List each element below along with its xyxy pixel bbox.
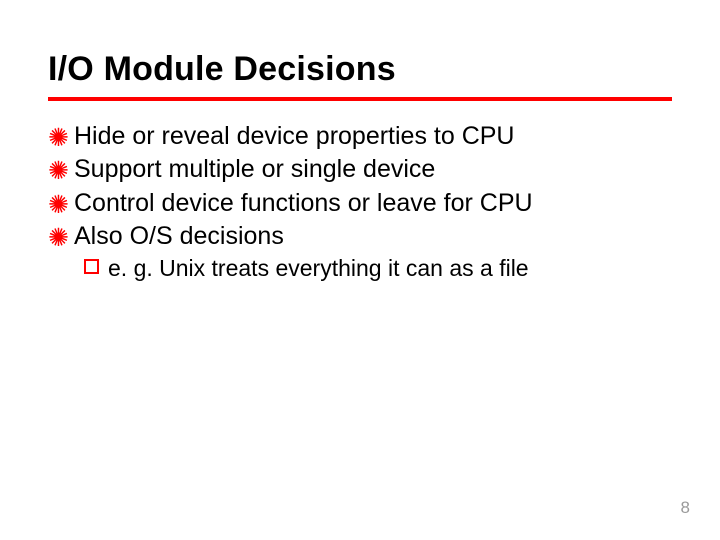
sub-bullet-list: e. g. Unix treats everything it can as a… [48,254,672,284]
snowflake-icon: ✺ [48,223,74,254]
list-item: e. g. Unix treats everything it can as a… [84,254,672,284]
title-divider [48,97,672,101]
snowflake-icon: ✺ [48,156,74,187]
page-title: I/O Module Decisions [48,50,672,89]
slide: I/O Module Decisions ✺ Hide or reveal de… [0,0,720,540]
list-item: ✺ Hide or reveal device properties to CP… [48,121,672,152]
list-item: ✺ Also O/S decisions [48,221,672,252]
list-item: ✺ Support multiple or single device [48,154,672,185]
list-item-text: e. g. Unix treats everything it can as a… [108,254,529,284]
snowflake-icon: ✺ [48,123,74,154]
square-icon [84,259,108,274]
snowflake-icon: ✺ [48,190,74,221]
page-number: 8 [681,498,690,518]
list-item-text: Support multiple or single device [74,154,435,185]
list-item: ✺ Control device functions or leave for … [48,188,672,219]
list-item-text: Control device functions or leave for CP… [74,188,533,219]
list-item-text: Hide or reveal device properties to CPU [74,121,514,152]
bullet-list: ✺ Hide or reveal device properties to CP… [48,121,672,252]
list-item-text: Also O/S decisions [74,221,284,252]
